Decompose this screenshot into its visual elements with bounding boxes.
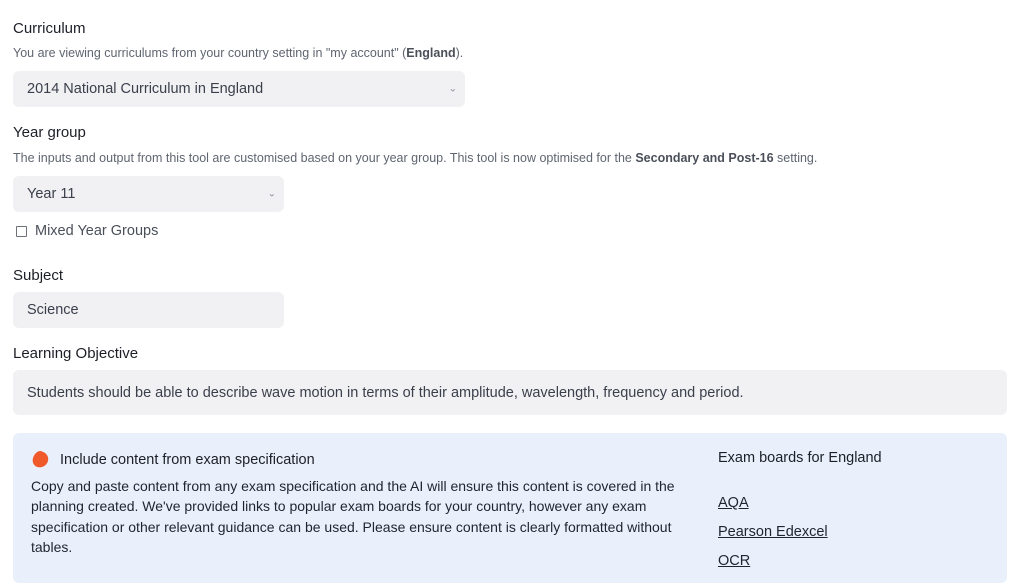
learning-objective-input[interactable]: Students should be able to describe wave… xyxy=(13,370,1007,415)
curriculum-help-prefix: You are viewing curriculums from your co… xyxy=(13,46,407,60)
mixed-year-groups-option[interactable]: Mixed Year Groups xyxy=(16,223,158,239)
exam-specification-title: Include content from exam specification xyxy=(60,451,315,468)
chevron-down-icon: ⌄ xyxy=(448,83,457,95)
curriculum-select[interactable]: 2014 National Curriculum in England ⌄ xyxy=(13,71,465,107)
curriculum-help-suffix: ). xyxy=(455,46,464,60)
exam-board-link-pearson-edexcel[interactable]: Pearson Edexcel xyxy=(718,524,828,540)
year-group-label: Year group xyxy=(13,124,86,141)
year-group-help-prefix: The inputs and output from this tool are… xyxy=(13,151,636,165)
curriculum-help-country: England xyxy=(406,46,456,60)
exam-board-link-aqa[interactable]: AQA xyxy=(718,495,749,511)
chevron-down-icon: ⌄ xyxy=(267,188,276,200)
subject-value: Science xyxy=(27,302,79,318)
curriculum-selected-value: 2014 National Curriculum in England xyxy=(27,81,264,97)
exam-boards-title: Exam boards for England xyxy=(718,450,882,466)
subject-input[interactable]: Science xyxy=(13,292,284,328)
curriculum-help-text: You are viewing curriculums from your co… xyxy=(13,46,463,60)
year-group-select[interactable]: Year 11 ⌄ xyxy=(13,176,284,212)
exam-specification-description: Copy and paste content from any exam spe… xyxy=(31,478,675,555)
curriculum-label: Curriculum xyxy=(13,20,86,37)
mixed-year-groups-label: Mixed Year Groups xyxy=(35,223,159,239)
learning-objective-value: Students should be able to describe wave… xyxy=(27,384,744,401)
learning-objective-label: Learning Objective xyxy=(13,345,139,362)
exam-specification-header: Include content from exam specification xyxy=(31,450,315,469)
year-group-selected-value: Year 11 xyxy=(27,186,76,202)
year-group-help-setting: Secondary and Post-16 xyxy=(635,151,774,165)
flame-icon xyxy=(32,450,49,468)
exam-specification-panel: Include content from exam specification … xyxy=(13,433,1007,583)
subject-label: Subject xyxy=(13,267,64,284)
year-group-help-text: The inputs and output from this tool are… xyxy=(13,151,817,165)
mixed-year-groups-checkbox[interactable] xyxy=(16,225,27,237)
year-group-help-suffix: setting. xyxy=(773,151,818,165)
exam-board-link-ocr[interactable]: OCR xyxy=(718,553,750,569)
